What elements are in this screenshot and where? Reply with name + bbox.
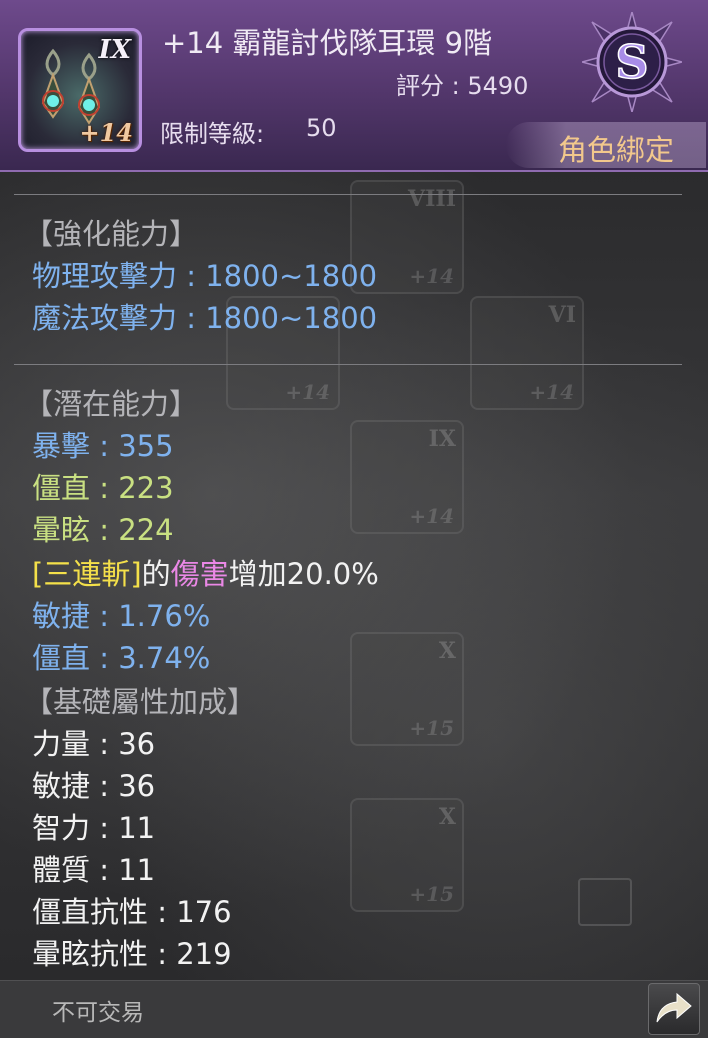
grade-letter: S [615,35,648,89]
base-section-header: 【基礎屬性加成】 [24,685,257,719]
item-tooltip-body: 【強化能力】 物理攻擊力 : 1800~1800 魔法攻擊力 : 1800~18… [0,170,708,980]
potential-section-header: 【潛在能力】 [24,387,199,421]
bind-status: 角色綁定 [558,133,675,167]
stiff-resist-stat: 僵直抗性 : 176 [32,895,232,929]
item-tooltip-header: IX +14 +14 霸龍討伐隊耳環 9階 評分 : 5490 限制等級: 50… [0,0,708,172]
share-button[interactable] [648,983,700,1035]
item-tier-label: IX [98,35,131,65]
divider [14,194,682,195]
item-enhance-label: +14 [79,118,133,147]
enhance-section-header: 【強化能力】 [24,217,199,251]
critical-stat: 暴擊 : 355 [32,429,174,463]
divider [14,364,682,365]
agility-percent-stat: 敏捷 : 1.76% [32,599,211,633]
stun-resist-stat: 暈眩抗性 : 219 [32,937,232,971]
item-tooltip-footer: 不可交易 [0,980,708,1038]
agility-stat: 敏捷 : 36 [32,769,156,803]
skill-of: 的 [141,557,171,591]
physical-attack-stat: 物理攻擊力 : 1800~1800 [32,259,378,293]
grade-s-icon: S [582,12,682,112]
magic-attack-stat: 魔法攻擊力 : 1800~1800 [32,301,378,335]
trade-status: 不可交易 [52,1000,144,1026]
skill-damage-word: 傷害 [170,557,229,591]
share-arrow-icon [656,992,692,1023]
skill-name: [三連斬] [32,557,142,591]
level-requirement-value: 50 [306,114,337,142]
intelligence-stat: 智力 : 11 [32,811,156,845]
item-score: 評分 : 5490 [396,72,529,100]
item-icon[interactable]: IX +14 [18,28,142,152]
stiff-percent-stat: 僵直 : 3.74% [32,641,211,675]
skill-damage-bonus: [三連斬]的傷害增加20.0% [32,556,379,592]
stun-stat: 暈眩 : 224 [32,513,174,547]
stiff-stat: 僵直 : 223 [32,471,174,505]
item-name: +14 霸龍討伐隊耳環 9階 [162,26,493,60]
skill-increase: 增加20.0% [228,557,379,591]
level-requirement-label: 限制等級: [160,120,265,148]
strength-stat: 力量 : 36 [32,727,156,761]
constitution-stat: 體質 : 11 [32,853,156,887]
